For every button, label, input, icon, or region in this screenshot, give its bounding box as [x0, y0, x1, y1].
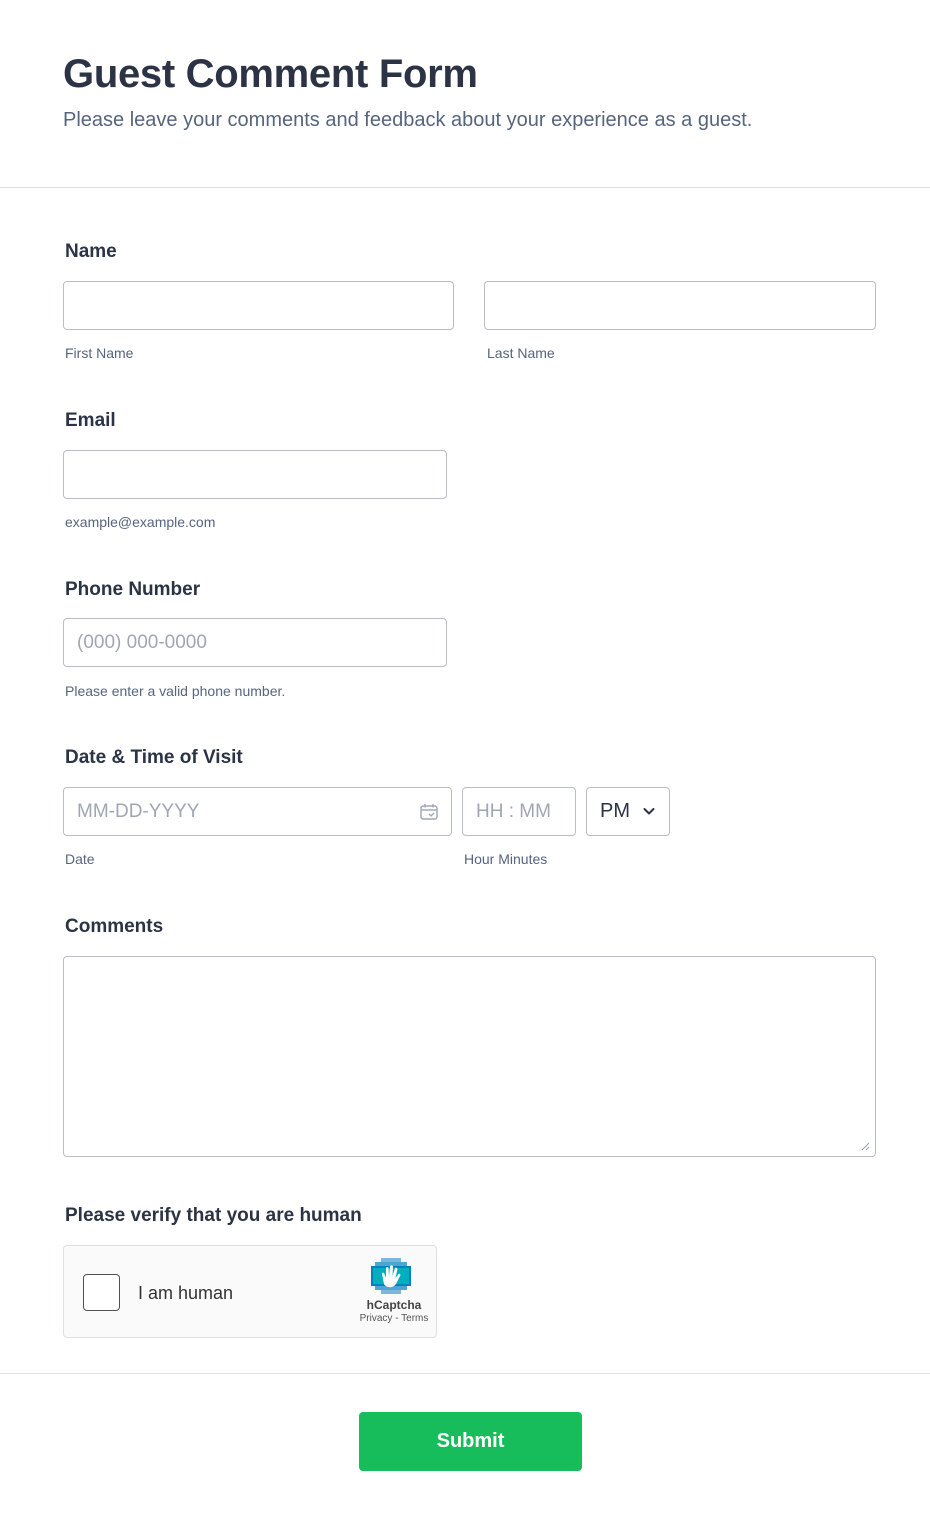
page-title: Guest Comment Form: [63, 52, 478, 96]
page-subtitle: Please leave your comments and feedback …: [63, 109, 753, 131]
resize-handle-icon[interactable]: [860, 1141, 870, 1151]
phone-label: Phone Number: [65, 579, 201, 600]
time-input[interactable]: [462, 787, 576, 836]
captcha-label: Please verify that you are human: [65, 1205, 362, 1226]
form-header: Guest Comment Form Please leave your com…: [0, 0, 930, 188]
hcaptcha-logo-icon: [371, 1258, 411, 1294]
human-checkbox-label: I am human: [138, 1283, 234, 1303]
human-checkbox[interactable]: [83, 1274, 120, 1311]
visit-label: Date & Time of Visit: [65, 747, 243, 768]
email-sublabel: example@example.com: [65, 514, 216, 530]
name-label: Name: [65, 241, 117, 262]
first-name-input[interactable]: [63, 281, 454, 330]
ampm-value: PM: [600, 800, 630, 822]
comments-textarea[interactable]: [63, 956, 876, 1157]
email-label: Email: [65, 410, 116, 431]
hcaptcha-brand: hCaptcha: [366, 1298, 422, 1312]
date-sublabel: Date: [65, 851, 95, 867]
calendar-icon[interactable]: [420, 803, 438, 820]
first-name-sublabel: First Name: [65, 345, 134, 361]
ampm-select[interactable]: PM: [586, 787, 670, 836]
hcaptcha-widget: I am human hCaptcha Privacy - Terms: [63, 1245, 437, 1338]
last-name-input[interactable]: [484, 281, 876, 330]
phone-input[interactable]: [63, 618, 447, 667]
chevron-down-icon: [643, 808, 655, 815]
captcha-privacy-terms-link[interactable]: Privacy - Terms: [344, 1313, 444, 1324]
phone-sublabel: Please enter a valid phone number.: [65, 683, 286, 699]
email-field[interactable]: [63, 450, 447, 499]
comments-label: Comments: [65, 916, 164, 937]
footer-divider: [0, 1373, 930, 1374]
date-input[interactable]: [63, 787, 452, 836]
date-picker[interactable]: [63, 787, 452, 836]
submit-button[interactable]: Submit: [359, 1412, 582, 1471]
time-sublabel: Hour Minutes: [464, 851, 548, 867]
last-name-sublabel: Last Name: [487, 345, 555, 361]
